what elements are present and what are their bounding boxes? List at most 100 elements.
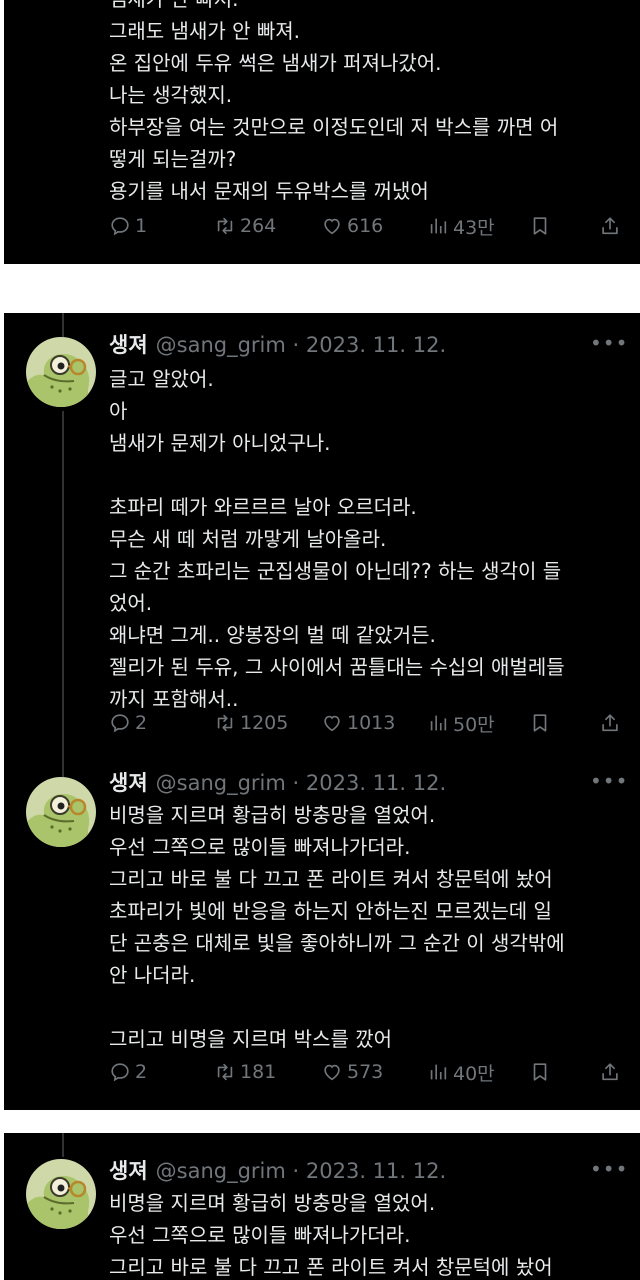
tweet-actions: 1 264 616 43만 (109, 211, 629, 241)
reply-button[interactable]: 2 (109, 708, 147, 738)
text-line: 단 곤충은 대체로 빛을 좋아하니까 그 순간 이 생각밖에 (109, 931, 565, 955)
more-options-button[interactable]: ••• (590, 1157, 627, 1185)
reply-icon (109, 215, 131, 237)
text-line (109, 991, 620, 1023)
reply-button[interactable]: 1 (109, 211, 147, 241)
text-line: 그리고 비명을 지르며 박스를 깠어 (109, 1027, 393, 1051)
tweet-text: 비명을 지르며 황급히 방충망을 열었어. 우선 그쪽으로 많이들 빠져나가더라… (109, 1187, 620, 1280)
text-line: 비명을 지르며 황급히 방충망을 열었어. (109, 1191, 436, 1215)
avatar[interactable] (26, 1159, 96, 1229)
share-button[interactable] (599, 708, 625, 738)
text-line: 그리고 바로 불 다 끄고 폰 라이트 켜서 창문턱에 놨어 (109, 1255, 553, 1279)
retweet-count: 1205 (240, 712, 289, 734)
share-icon (599, 712, 621, 734)
share-button[interactable] (599, 211, 625, 241)
text-line: 그리고 바로 불 다 끄고 폰 라이트 켜서 창문턱에 놨어 (109, 867, 553, 891)
text-line: 우선 그쪽으로 많이들 빠져나가더라. (109, 1223, 411, 1247)
share-icon (599, 215, 621, 237)
tweet-header: 생져 @sang_grim · 2023. 11. 12. (109, 329, 446, 361)
display-name[interactable]: 생져 (109, 771, 148, 795)
bookmark-button[interactable] (529, 211, 555, 241)
bookmark-button[interactable] (529, 1057, 555, 1087)
retweet-icon (214, 712, 236, 734)
retweet-count: 264 (240, 215, 277, 237)
text-line: 초파리가 빛에 반응을 하는지 안하는진 모르겠는데 일 (109, 899, 552, 923)
views-button[interactable]: 43만 (427, 211, 495, 241)
views-button[interactable]: 50만 (427, 708, 495, 738)
handle-and-date[interactable]: @sang_grim · 2023. 11. 12. (156, 771, 447, 795)
share-icon (599, 1061, 621, 1083)
retweet-icon (214, 1061, 236, 1083)
text-line: 나는 생각했지. (109, 83, 233, 107)
text-line: 왜냐면 그게.. 양봉장의 벌 떼 같았거든. (109, 623, 436, 647)
frog-avatar-icon (26, 1159, 96, 1229)
tweet-card-previous: 냄새가 안 빠져. 그래도 냄새가 안 빠져. 온 집안에 두유 썩은 냄새가 … (4, 0, 640, 264)
views-button[interactable]: 40만 (427, 1057, 495, 1087)
avatar[interactable] (26, 337, 96, 407)
like-button[interactable]: 616 (321, 211, 383, 241)
views-chart-icon (427, 712, 449, 734)
tweet[interactable]: 생져 @sang_grim · 2023. 11. 12. ••• 비명을 지르며… (4, 1133, 640, 1280)
text-line: 글고 알았어. (109, 367, 214, 391)
view-count: 50만 (453, 713, 495, 736)
views-chart-icon (427, 1061, 449, 1083)
text-line: 그래도 냄새가 안 빠져. (109, 19, 301, 43)
tweet[interactable]: 생져 @sang_grim · 2023. 11. 12. ••• 글고 알았어.… (4, 313, 640, 753)
text-line: 냄새가 안 빠져. (109, 0, 620, 15)
reply-count: 1 (135, 215, 148, 237)
text-line: 떻게 되는걸까? (109, 147, 237, 171)
views-chart-icon (427, 215, 449, 237)
retweet-icon (214, 215, 236, 237)
text-line: 그 순간 초파리는 군집생물이 아닌데?? 하는 생각이 들 (109, 559, 562, 583)
tweet-text: 글고 알았어. 아 냄새가 문제가 아니었구나. 초파리 떼가 와르르르 날아 … (109, 363, 620, 715)
view-count: 43만 (453, 216, 495, 239)
text-line: 냄새가 문제가 아니었구나. (109, 431, 331, 455)
reply-button[interactable]: 2 (109, 1057, 147, 1087)
reply-icon (109, 712, 131, 734)
text-line: 온 집안에 두유 썩은 냄새가 퍼져나갔어. (109, 51, 442, 75)
tweet-actions: 2 181 573 40만 (109, 1057, 629, 1087)
tweet-text: 냄새가 안 빠져. 그래도 냄새가 안 빠져. 온 집안에 두유 썩은 냄새가 … (109, 0, 620, 207)
bookmark-icon (529, 712, 551, 734)
text-line: 용기를 내서 문재의 두유박스를 꺼냈어 (109, 179, 429, 203)
frog-avatar-icon (26, 777, 96, 847)
reply-count: 2 (135, 1061, 148, 1083)
tweet-text: 비명을 지르며 황급히 방충망을 열었어. 우선 그쪽으로 많이들 빠져나가더라… (109, 799, 620, 1055)
text-line: 초파리 떼가 와르르르 날아 오르더라. (109, 495, 417, 519)
text-line: 었어. (109, 591, 153, 615)
tweet-actions: 2 1205 1013 50만 (109, 708, 629, 738)
tweet-header: 생져 @sang_grim · 2023. 11. 12. (109, 1155, 446, 1187)
more-options-button[interactable]: ••• (590, 769, 627, 797)
text-line: 아 (109, 399, 128, 423)
text-line: 안 나더라. (109, 963, 196, 987)
handle-and-date[interactable]: @sang_grim · 2023. 11. 12. (156, 333, 447, 357)
text-line: 하부장을 여는 것만으로 이정도인데 저 박스를 까면 어 (109, 115, 559, 139)
text-line: 젤리가 된 두유, 그 사이에서 꿈틀대는 수십의 애벌레들 (109, 655, 565, 679)
retweet-button[interactable]: 1205 (214, 708, 288, 738)
tweet-thread-card: 생져 @sang_grim · 2023. 11. 12. ••• 글고 알았어.… (4, 313, 640, 1110)
like-button[interactable]: 1013 (321, 708, 395, 738)
like-button[interactable]: 573 (321, 1057, 383, 1087)
more-options-button[interactable]: ••• (590, 331, 627, 359)
tweet-header: 생져 @sang_grim · 2023. 11. 12. (109, 767, 446, 799)
retweet-button[interactable]: 264 (214, 211, 276, 241)
bookmark-icon (529, 215, 551, 237)
like-count: 573 (347, 1061, 384, 1083)
tweet-card-next: 생져 @sang_grim · 2023. 11. 12. ••• 비명을 지르며… (4, 1133, 640, 1280)
bookmark-button[interactable] (529, 708, 555, 738)
display-name[interactable]: 생져 (109, 1159, 148, 1183)
like-count: 1013 (347, 712, 396, 734)
reply-icon (109, 1061, 131, 1083)
heart-icon (321, 712, 343, 734)
handle-and-date[interactable]: @sang_grim · 2023. 11. 12. (156, 1159, 447, 1183)
bookmark-icon (529, 1061, 551, 1083)
retweet-button[interactable]: 181 (214, 1057, 276, 1087)
frog-avatar-icon (26, 337, 96, 407)
tweet[interactable]: 생져 @sang_grim · 2023. 11. 12. ••• 비명을 지르며… (4, 753, 640, 1110)
display-name[interactable]: 생져 (109, 333, 148, 357)
view-count: 40만 (453, 1062, 495, 1085)
like-count: 616 (347, 215, 384, 237)
share-button[interactable] (599, 1057, 625, 1087)
avatar[interactable] (26, 777, 96, 847)
text-line: 비명을 지르며 황급히 방충망을 열었어. (109, 803, 436, 827)
